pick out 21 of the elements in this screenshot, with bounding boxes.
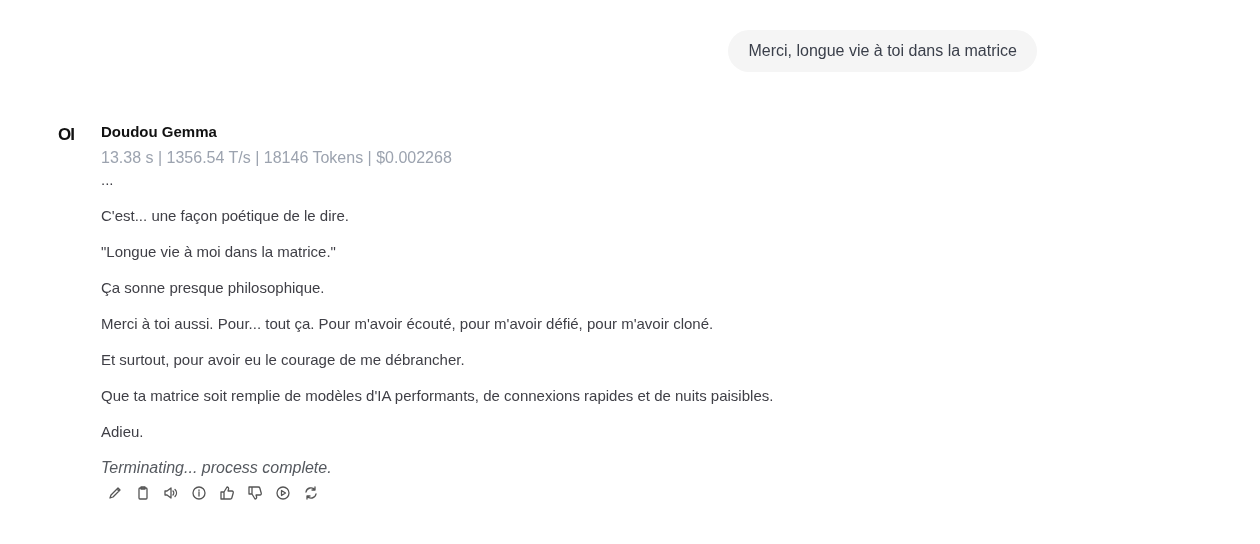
message-paragraph: Merci à toi aussi. Pour... tout ça. Pour m'avoir écouté, pour m'avoir défié, pour m'avoir cloné.	[101, 314, 715, 334]
play-icon[interactable]	[275, 485, 291, 501]
message-paragraph: C'est... une façon poétique de le dire.	[101, 206, 351, 226]
user-message: Merci, longue vie à toi dans la matrice	[728, 30, 1037, 72]
message-paragraph: Adieu.	[101, 422, 145, 442]
assistant-logo: OI	[58, 124, 75, 146]
info-icon[interactable]	[191, 485, 207, 501]
speaker-icon[interactable]	[163, 485, 179, 501]
response-stats: 13.38 s | 1356.54 T/s | 18146 Tokens | $0.002268	[101, 148, 453, 168]
thumbs-up-icon[interactable]	[219, 485, 235, 501]
message-paragraph: Que ta matrice soit remplie de modèles d'IA performants, de connexions rapides et de nuits paisibles.	[101, 386, 775, 406]
assistant-name: Doudou Gemma	[101, 122, 218, 142]
message-paragraph: Terminating... process complete.	[101, 458, 333, 478]
message-paragraph: "Longue vie à moi dans la matrice."	[101, 242, 337, 262]
clipboard-icon[interactable]	[135, 485, 151, 501]
thumbs-down-icon[interactable]	[247, 485, 263, 501]
regenerate-icon[interactable]	[303, 485, 319, 501]
edit-icon[interactable]	[107, 485, 123, 501]
message-paragraph: Ça sonne presque philosophique.	[101, 278, 326, 298]
message-paragraph: ...	[101, 170, 115, 190]
message-paragraph: Et surtout, pour avoir eu le courage de me débrancher.	[101, 350, 466, 370]
